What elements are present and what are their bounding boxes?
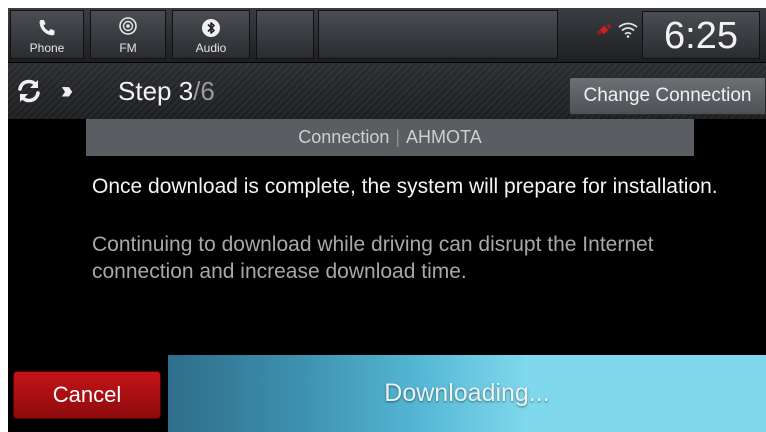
download-info-message: Once download is complete, the system wi… [92,175,718,198]
tab-empty-2[interactable] [318,10,558,59]
tab-empty-1[interactable] [256,10,314,59]
step-bar: ››› Step 3/6 Change Connection [8,63,766,119]
driving-warning-message: Continuing to download while driving can… [92,233,654,283]
clock: 6:25 [642,11,760,59]
cancel-button[interactable]: Cancel [13,371,161,419]
chevrons-right-icon: ››› [61,77,73,104]
tab-fm-label: FM [119,41,137,55]
infotainment-screen: Phone FM Audio 6:25 ››› Step 3/6 Change … [8,8,766,432]
tab-phone-label: Phone [29,41,65,55]
radio-icon [117,17,139,39]
step-current: Step 3 [118,76,194,106]
connection-bar: Connection | AHMOTA [86,119,694,156]
top-bar: Phone FM Audio 6:25 [8,8,766,63]
bluetooth-icon [200,17,222,39]
wifi-icon [618,22,638,43]
change-connection-button[interactable]: Change Connection [569,77,766,115]
tab-fm[interactable]: FM [90,10,166,59]
step-indicator: Step 3/6 [118,76,215,107]
status-icons [596,22,638,43]
connection-separator: | [395,127,401,147]
sync-icon[interactable] [16,78,42,104]
download-progress-bar: Downloading... [168,355,766,432]
tab-phone[interactable]: Phone [10,10,84,59]
connection-name: AHMOTA [406,127,482,147]
phone-icon [36,17,58,39]
step-total: /6 [193,76,215,106]
connection-label: Connection [298,127,390,147]
satellite-icon [596,22,612,43]
tab-audio-label: Audio [195,41,227,55]
bottom-bar: Cancel Downloading... [8,355,766,432]
download-progress-label: Downloading... [384,379,550,407]
tab-audio[interactable]: Audio [172,10,250,59]
